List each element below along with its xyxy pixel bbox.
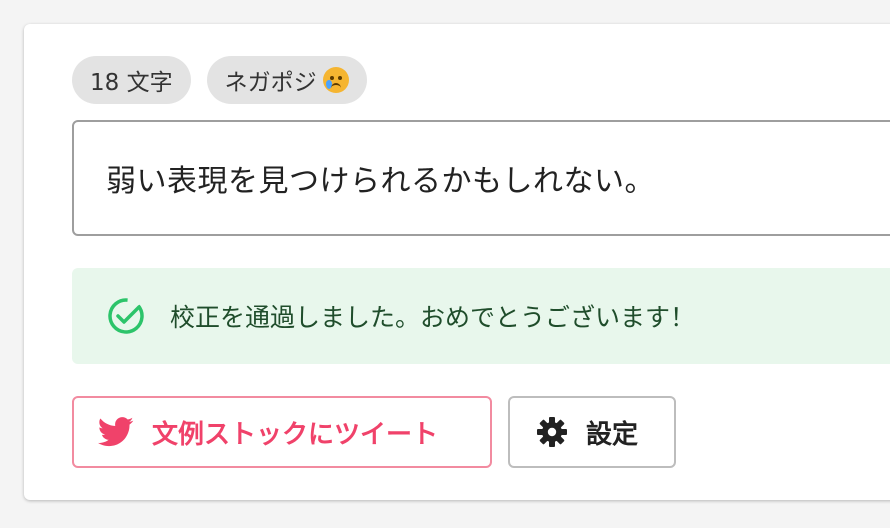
settings-button[interactable]: 設定 (508, 396, 676, 468)
text-input-value: 弱い表現を見つけられるかもしれない。 (106, 164, 655, 199)
sentiment-label: ネガポジ (224, 70, 317, 96)
tweet-button[interactable]: 文例ストックにツイート (72, 396, 492, 468)
twitter-bird-icon (98, 417, 134, 447)
sentiment-badge: ネガポジ (206, 56, 367, 104)
action-buttons: 文例ストックにツイート 設定 (72, 396, 676, 468)
gear-icon (537, 417, 567, 447)
char-count-label: 18 文字 (90, 70, 173, 96)
settings-button-label: 設定 (586, 419, 639, 450)
check-circle-icon (108, 298, 144, 334)
tag-row: 18 文字 ネガポジ (72, 56, 367, 104)
proofreading-card: 18 文字 ネガポジ 弱い表現を見つけられるかもしれない。 校正を通過しました。… (24, 24, 890, 500)
success-alert: 校正を通過しました。おめでとうございます！ (72, 268, 890, 364)
tweet-button-label: 文例ストックにツイート (152, 419, 439, 450)
text-input[interactable]: 弱い表現を見つけられるかもしれない。 (72, 120, 890, 236)
success-message: 校正を通過しました。おめでとうございます！ (170, 303, 696, 332)
crying-face-icon (322, 67, 349, 93)
char-count-badge: 18 文字 (72, 56, 191, 104)
